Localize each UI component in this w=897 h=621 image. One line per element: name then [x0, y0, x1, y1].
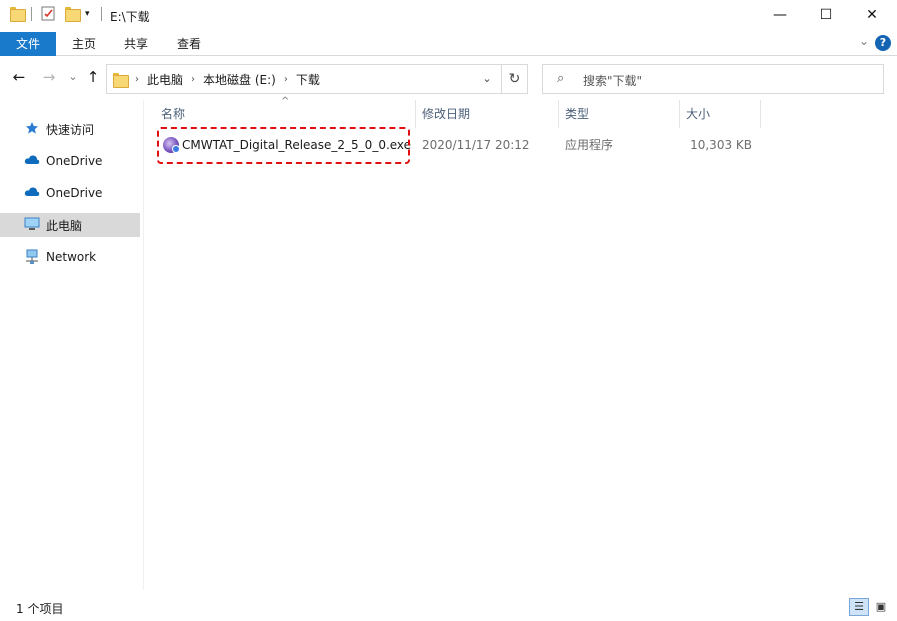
up-button[interactable]: ↑: [84, 68, 102, 86]
properties-icon[interactable]: [41, 6, 56, 21]
minimize-button[interactable]: —: [757, 0, 803, 30]
status-bar: 1 个项目 ☰ ▣: [0, 596, 897, 621]
breadcrumb-separator[interactable]: ›: [191, 74, 195, 85]
column-header-name[interactable]: 名称: [155, 100, 415, 128]
sidebar-item-quick-access[interactable]: 快速访问: [0, 117, 140, 141]
recent-locations-button[interactable]: ⌄: [64, 68, 82, 86]
cloud-icon: [24, 153, 40, 169]
search-placeholder: 搜索"下载": [583, 74, 643, 88]
tab-home[interactable]: 主页: [56, 32, 112, 56]
expand-ribbon-button[interactable]: ⌄: [859, 34, 869, 48]
close-button[interactable]: ✕: [849, 0, 895, 30]
address-bar[interactable]: › 此电脑 › 本地磁盘 (E:) › 下载 ⌄ ↻: [106, 64, 528, 94]
column-divider[interactable]: [760, 100, 761, 128]
breadcrumb-local-disk[interactable]: 本地磁盘 (E:): [203, 71, 276, 88]
back-button[interactable]: ←: [10, 68, 28, 86]
sidebar-item-label: 快速访问: [46, 122, 95, 137]
column-header-type[interactable]: 类型: [559, 100, 679, 128]
navigation-bar: ← → ⌄ ↑ › 此电脑 › 本地磁盘 (E:) › 下载 ⌄ ↻ ⌕ 搜索"…: [0, 56, 897, 100]
sidebar-item-label: OneDrive: [46, 186, 103, 200]
sidebar-item-label: OneDrive: [46, 154, 103, 168]
breadcrumb-separator[interactable]: ›: [135, 74, 139, 85]
folder-icon: [10, 7, 26, 22]
tab-view[interactable]: 查看: [161, 32, 217, 56]
customize-quick-access-icon[interactable]: ▾: [85, 9, 90, 19]
star-icon: [24, 121, 40, 137]
tab-share[interactable]: 共享: [108, 32, 164, 56]
sidebar-item-network[interactable]: Network: [0, 245, 140, 269]
refresh-button[interactable]: ↻: [501, 65, 527, 93]
folder-icon: [113, 72, 129, 88]
large-icons-view-button[interactable]: ▣: [871, 598, 891, 616]
cloud-icon: [24, 185, 40, 201]
forward-button[interactable]: →: [40, 68, 58, 86]
breadcrumb-this-pc[interactable]: 此电脑: [147, 71, 183, 88]
navigation-pane: 快速访问 OneDrive OneDrive 此电脑 Network: [0, 100, 144, 590]
new-folder-icon[interactable]: [65, 7, 81, 22]
sidebar-item-this-pc[interactable]: 此电脑: [0, 213, 140, 237]
divider: [101, 7, 102, 21]
ribbon-tabs: 文件 主页 共享 查看 ⌄ ?: [0, 32, 897, 56]
file-modified: 2020/11/17 20:12: [422, 138, 530, 152]
column-header-size[interactable]: 大小: [680, 100, 760, 128]
search-icon: ⌕: [557, 71, 565, 86]
title-bar: ▾ E:\下载 — ☐ ✕: [0, 0, 897, 32]
sidebar-item-label: Network: [46, 250, 97, 264]
search-box[interactable]: ⌕ 搜索"下载": [542, 64, 884, 94]
window-title: E:\下载: [110, 10, 150, 24]
details-view-button[interactable]: ☰: [849, 598, 869, 616]
breadcrumb-downloads[interactable]: 下载: [296, 71, 320, 88]
column-header-modified[interactable]: 修改日期: [416, 100, 558, 128]
file-type: 应用程序: [565, 138, 614, 152]
address-history-dropdown[interactable]: ⌄: [477, 65, 497, 93]
item-count: 1 个项目: [16, 602, 64, 616]
highlight-annotation: [157, 127, 410, 164]
sidebar-item-onedrive-2[interactable]: OneDrive: [0, 181, 140, 205]
sidebar-item-onedrive[interactable]: OneDrive: [0, 149, 140, 173]
help-icon[interactable]: ?: [875, 35, 891, 51]
divider: [31, 7, 32, 21]
breadcrumb: › 此电脑 › 本地磁盘 (E:) › 下载: [113, 65, 320, 93]
file-size: 10,303 KB: [690, 138, 752, 152]
sidebar-item-label: 此电脑: [46, 218, 83, 233]
tab-file[interactable]: 文件: [0, 32, 56, 56]
computer-icon: [24, 217, 40, 233]
maximize-button[interactable]: ☐: [803, 0, 849, 30]
network-icon: [24, 249, 40, 265]
breadcrumb-separator[interactable]: ›: [284, 74, 288, 85]
